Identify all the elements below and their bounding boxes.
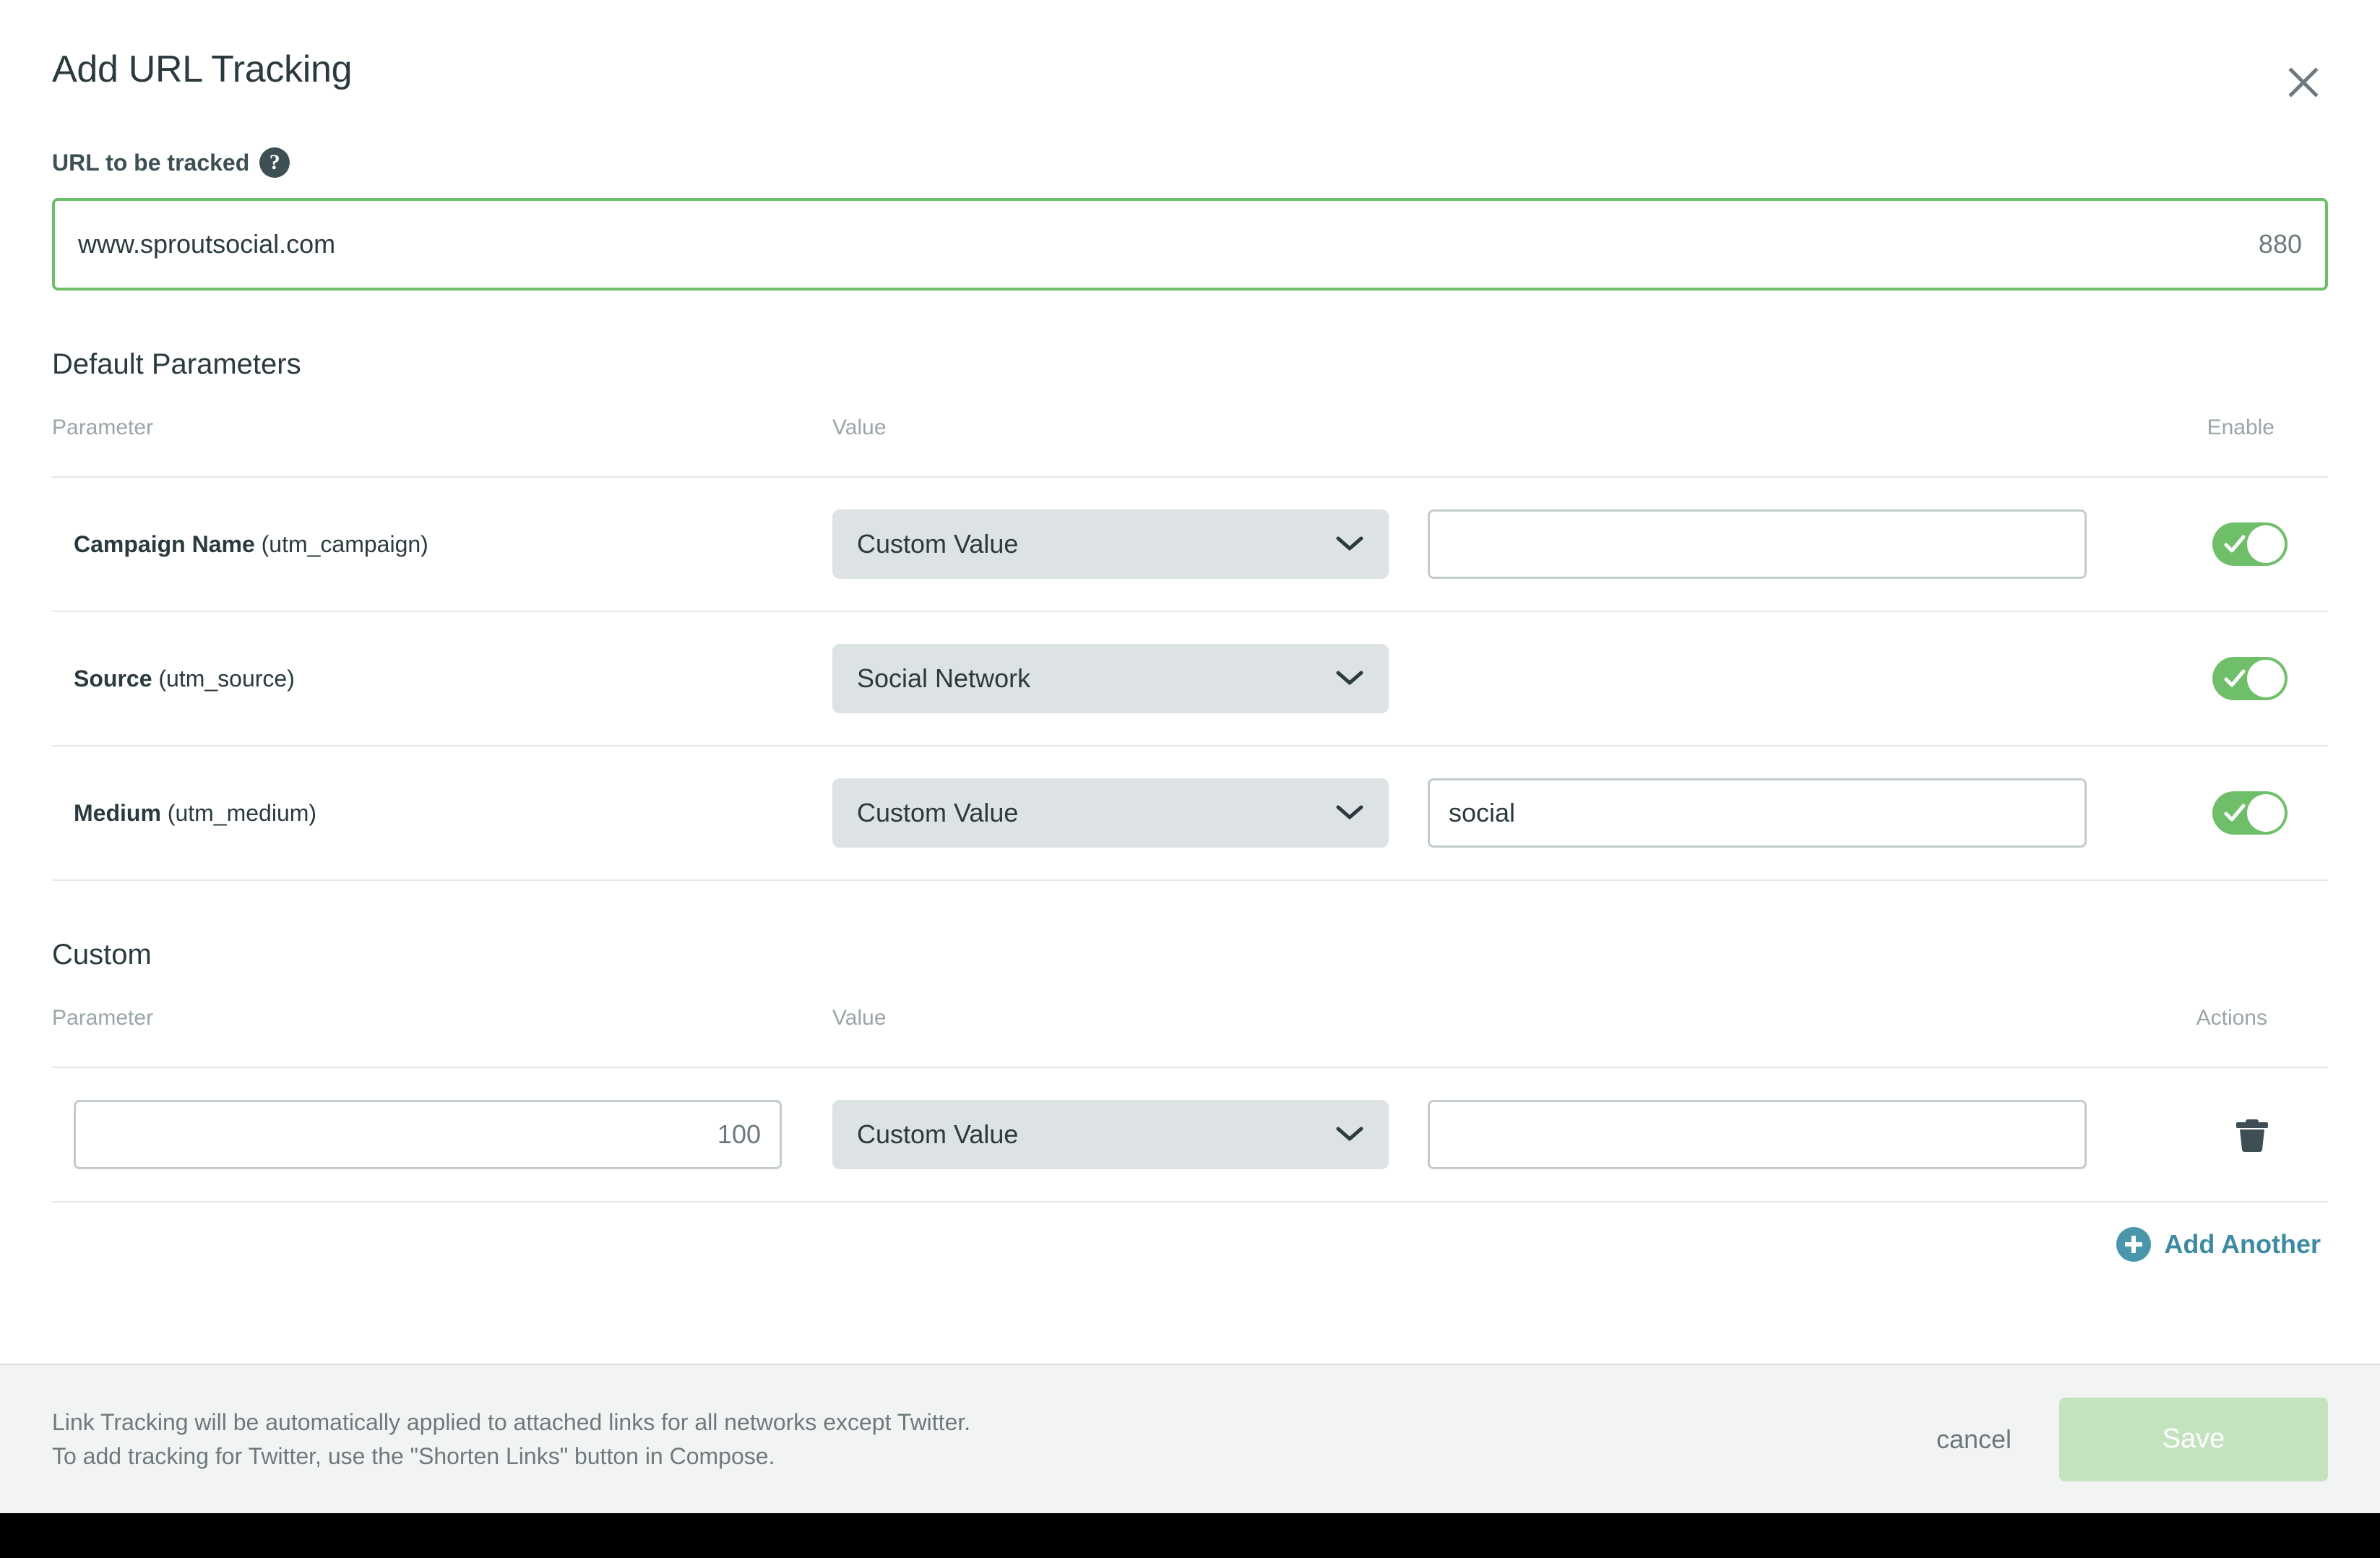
toggle-knob bbox=[2247, 660, 2285, 697]
value-cell: Custom Value bbox=[832, 509, 2111, 579]
delete-custom-parameter-button[interactable] bbox=[2227, 1109, 2277, 1160]
parameter-code: (utm_campaign) bbox=[254, 530, 428, 557]
select-value: Custom Value bbox=[857, 529, 1019, 559]
save-button[interactable]: Save bbox=[2059, 1397, 2328, 1481]
custom-parameter-counter: 100 bbox=[717, 1119, 761, 1149]
custom-parameters-table: Parameter Value Actions 100 Custom Value bbox=[52, 1007, 2328, 1262]
check-icon bbox=[2224, 802, 2246, 826]
toggle-enable-medium[interactable] bbox=[2212, 791, 2288, 835]
select-campaign-name-type[interactable]: Custom Value bbox=[832, 509, 1389, 579]
parameter-label-medium: Medium (utm_medium) bbox=[52, 800, 832, 827]
custom-header-row: Parameter Value Actions bbox=[52, 1007, 2328, 1068]
modal-body: URL to be tracked ? 880 Default Paramete… bbox=[0, 147, 2380, 1262]
table-row: Campaign Name (utm_campaign) Custom Valu… bbox=[52, 478, 2328, 612]
value-cell: Custom Value bbox=[832, 1100, 2111, 1169]
footer-note: Link Tracking will be automatically appl… bbox=[52, 1406, 1918, 1473]
column-header-enable: Enable bbox=[2207, 416, 2275, 439]
modal-header: Add URL Tracking bbox=[0, 0, 2380, 98]
column-header-parameter: Parameter bbox=[52, 416, 154, 439]
column-header-actions: Actions bbox=[2196, 1006, 2267, 1030]
check-icon bbox=[2224, 533, 2246, 557]
chevron-down-icon bbox=[1335, 535, 1364, 554]
select-value: Custom Value bbox=[857, 1119, 1019, 1149]
custom-value-input[interactable] bbox=[1428, 1100, 2087, 1169]
select-medium-type[interactable]: Custom Value bbox=[832, 778, 1389, 848]
add-another-button[interactable]: Add Another bbox=[2116, 1227, 2321, 1262]
check-icon bbox=[2224, 668, 2246, 692]
select-source-type[interactable]: Social Network bbox=[832, 644, 1389, 713]
page-title: Add URL Tracking bbox=[52, 48, 353, 90]
toggle-enable-source[interactable] bbox=[2212, 657, 2288, 700]
cancel-button[interactable]: cancel bbox=[1918, 1424, 2030, 1455]
trash-icon bbox=[2233, 1114, 2271, 1156]
footer-note-line-2: To add tracking for Twitter, use the "Sh… bbox=[52, 1442, 775, 1469]
toggle-enable-campaign-name[interactable] bbox=[2212, 522, 2288, 566]
table-row: Medium (utm_medium) Custom Value bbox=[52, 746, 2328, 881]
medium-value-input[interactable] bbox=[1428, 778, 2087, 848]
parameter-name: Source bbox=[74, 665, 152, 692]
table-row: 100 Custom Value bbox=[52, 1068, 2328, 1202]
column-header-parameter: Parameter bbox=[52, 1006, 154, 1030]
custom-section-title: Custom bbox=[52, 939, 152, 970]
table-row: Source (utm_source) Social Network bbox=[52, 612, 2328, 746]
close-button[interactable] bbox=[2279, 58, 2328, 107]
column-header-value: Value bbox=[832, 1006, 887, 1030]
add-another-row: Add Another bbox=[52, 1202, 2328, 1262]
parameter-label-campaign-name: Campaign Name (utm_campaign) bbox=[52, 531, 832, 558]
add-another-label: Add Another bbox=[2164, 1229, 2321, 1259]
parameter-label-source: Source (utm_source) bbox=[52, 666, 832, 692]
add-url-tracking-modal: Add URL Tracking URL to be tracked ? 880… bbox=[0, 0, 2380, 1558]
select-value: Custom Value bbox=[857, 798, 1019, 827]
footer-note-line-1: Link Tracking will be automatically appl… bbox=[52, 1409, 971, 1436]
custom-parameter-input-container[interactable]: 100 bbox=[74, 1100, 782, 1169]
value-cell: Custom Value bbox=[832, 778, 2111, 848]
select-value: Social Network bbox=[857, 663, 1031, 693]
default-parameters-title: Default Parameters bbox=[52, 348, 301, 380]
toggle-knob bbox=[2247, 794, 2285, 832]
help-icon[interactable]: ? bbox=[259, 147, 290, 178]
toggle-knob bbox=[2247, 525, 2285, 563]
close-icon bbox=[2288, 66, 2319, 98]
chevron-down-icon bbox=[1335, 1125, 1364, 1145]
default-parameters-header-row: Parameter Value Enable bbox=[52, 417, 2328, 478]
parameter-code: (utm_source) bbox=[152, 665, 295, 692]
campaign-name-value-input[interactable] bbox=[1428, 509, 2087, 579]
url-input[interactable] bbox=[78, 229, 2241, 259]
custom-parameter-input[interactable] bbox=[95, 1119, 704, 1150]
default-parameters-table: Parameter Value Enable Campaign Name (ut… bbox=[52, 417, 2328, 881]
modal-footer: Link Tracking will be automatically appl… bbox=[0, 1364, 2380, 1513]
parameter-code: (utm_medium) bbox=[160, 799, 317, 826]
url-field-label: URL to be tracked bbox=[52, 150, 250, 176]
url-label-row: URL to be tracked ? bbox=[52, 147, 2328, 178]
footer-actions: cancel Save bbox=[1918, 1397, 2328, 1481]
select-custom-value-type[interactable]: Custom Value bbox=[832, 1100, 1389, 1169]
url-input-container[interactable]: 880 bbox=[52, 198, 2328, 290]
url-character-counter: 880 bbox=[2258, 229, 2302, 259]
parameter-name: Medium bbox=[74, 799, 161, 826]
bottom-bar bbox=[0, 1513, 2380, 1558]
column-header-value: Value bbox=[832, 416, 887, 439]
chevron-down-icon bbox=[1335, 669, 1364, 689]
value-cell: Social Network bbox=[832, 644, 2111, 713]
plus-circle-icon bbox=[2116, 1227, 2152, 1262]
parameter-name: Campaign Name bbox=[74, 530, 255, 557]
chevron-down-icon bbox=[1335, 804, 1364, 823]
